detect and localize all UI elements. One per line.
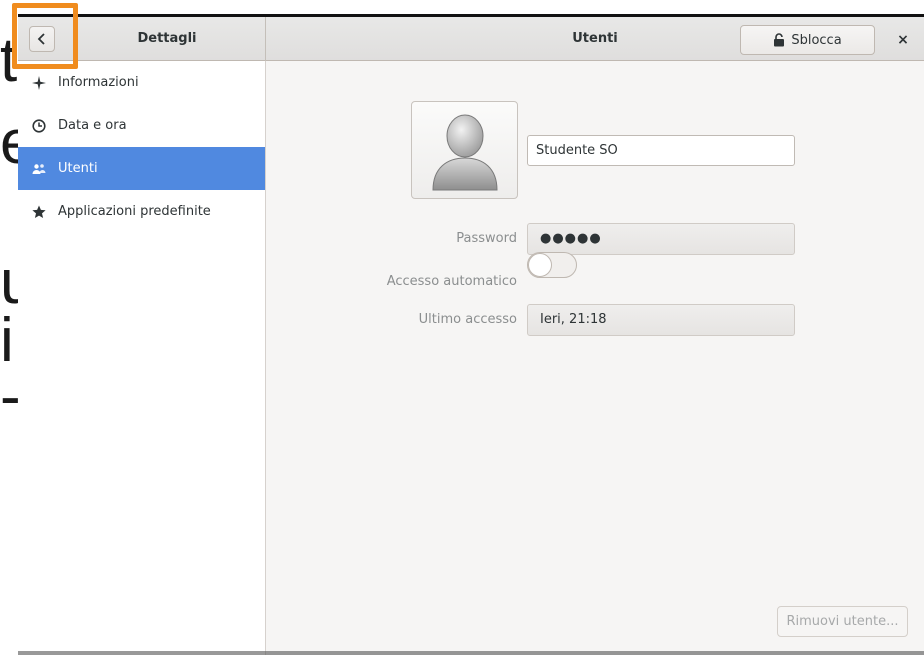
chevron-left-icon	[37, 33, 45, 45]
user-name-input[interactable]: Studente SO	[527, 135, 795, 166]
sidebar: Informazioni Data e ora Utenti Applicazi…	[18, 61, 266, 655]
switch-knob	[528, 253, 552, 277]
sidebar-item-label: Applicazioni predefinite	[58, 204, 211, 219]
sparkle-icon	[31, 75, 47, 91]
window-bottom-edge	[18, 651, 924, 655]
close-button[interactable]: ×	[892, 29, 914, 51]
users-icon	[31, 161, 47, 177]
password-button[interactable]: ●●●●●	[527, 223, 795, 255]
settings-window: Dettagli Utenti Sblocca × Informazioni D…	[18, 14, 924, 655]
password-label: Password	[456, 231, 517, 246]
lock-icon	[774, 33, 785, 47]
star-icon	[31, 204, 47, 220]
autologin-label: Accesso automatico	[386, 274, 517, 289]
sidebar-item-utenti[interactable]: Utenti	[18, 147, 265, 190]
sidebar-item-informazioni[interactable]: Informazioni	[18, 61, 265, 104]
headerbar: Dettagli Utenti Sblocca ×	[18, 17, 924, 61]
user-panel: Studente SO Password ●●●●● Accesso autom…	[267, 61, 924, 655]
last-login-label: Ultimo accesso	[418, 312, 517, 327]
last-login-button[interactable]: Ieri, 21:18	[527, 304, 795, 336]
remove-user-button[interactable]: Rimuovi utente...	[777, 606, 908, 637]
back-button[interactable]	[29, 26, 55, 52]
sidebar-item-data-e-ora[interactable]: Data e ora	[18, 104, 265, 147]
slide-text-fragment: t	[0, 26, 18, 95]
autologin-switch[interactable]	[527, 252, 577, 278]
unlock-button[interactable]: Sblocca	[740, 25, 875, 55]
close-icon: ×	[897, 32, 909, 48]
sidebar-item-applicazioni-predefinite[interactable]: Applicazioni predefinite	[18, 190, 265, 233]
sidebar-item-label: Informazioni	[58, 75, 139, 90]
avatar-button[interactable]	[411, 101, 518, 199]
clock-icon	[31, 118, 47, 134]
sidebar-item-label: Utenti	[58, 161, 98, 176]
avatar-icon	[431, 114, 498, 191]
panel-title: Dettagli	[137, 31, 197, 46]
unlock-button-label: Sblocca	[791, 32, 842, 48]
sidebar-item-label: Data e ora	[58, 118, 127, 133]
